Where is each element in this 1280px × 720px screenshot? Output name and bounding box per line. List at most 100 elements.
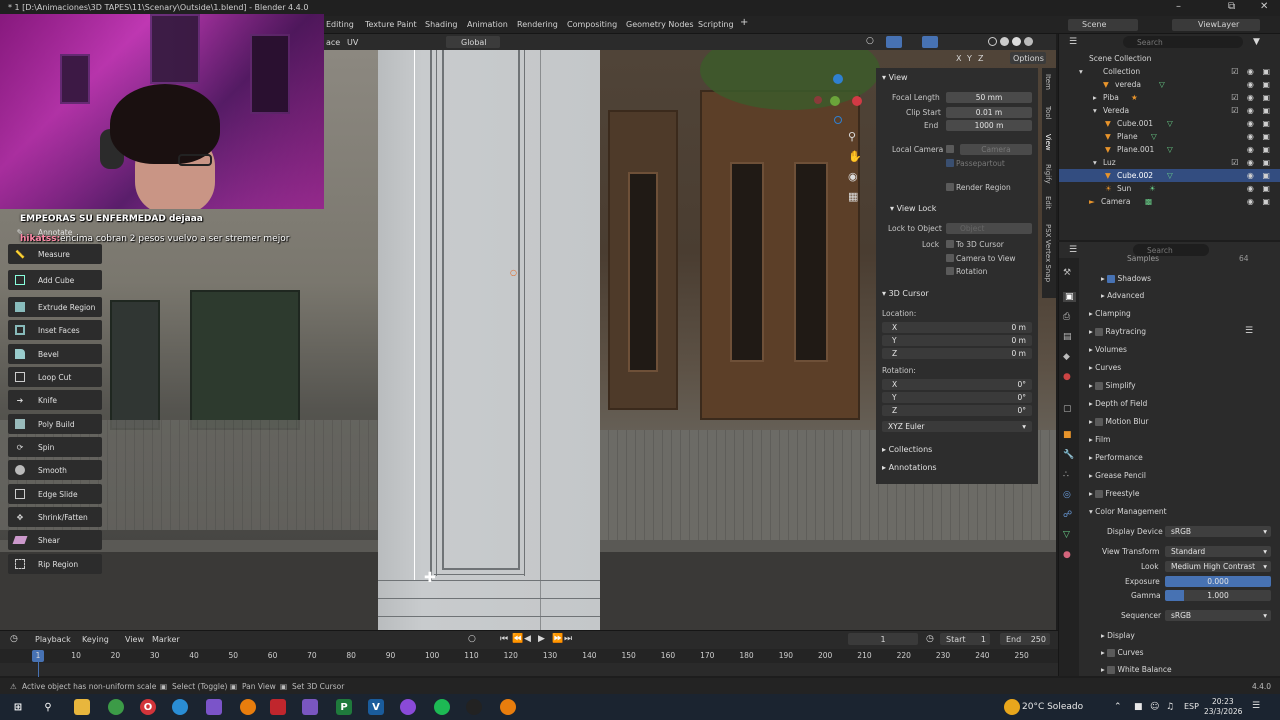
cursor-rotation-z[interactable]: Z 0° [882, 405, 1032, 416]
tab-compositing[interactable]: Compositing [567, 20, 617, 29]
scene-tab-icon[interactable]: ◆ [1063, 352, 1070, 362]
display-device-dropdown[interactable]: sRGB ▾ [1165, 526, 1271, 537]
curves-panel[interactable]: ▸ Curves [1089, 363, 1121, 372]
physics-tab-icon[interactable]: ◎ [1063, 490, 1071, 500]
output-tab-icon[interactable]: ⎙ [1063, 312, 1070, 322]
end-frame-field[interactable]: End 250 [1000, 633, 1050, 645]
jump-start-icon[interactable]: ⏮ [500, 634, 508, 644]
tool-edge-slide[interactable]: Edge Slide [8, 484, 102, 504]
sequencer-dropdown[interactable]: sRGB ▾ [1165, 610, 1271, 621]
tool-loop-cut[interactable]: Loop Cut [8, 367, 102, 387]
overlay-toggle-icon[interactable] [922, 36, 938, 48]
tab-geometry-nodes[interactable]: Geometry Nodes [626, 20, 693, 29]
app-icon[interactable] [206, 699, 222, 715]
pycharm-icon[interactable]: P [336, 699, 352, 715]
shadows-panel[interactable]: ▸ Shadows [1101, 274, 1151, 283]
record-icon[interactable]: ○ [468, 634, 476, 644]
x-axis-icon[interactable] [852, 96, 862, 106]
vegas-icon[interactable]: V [368, 699, 384, 715]
tab-rendering[interactable]: Rendering [517, 20, 558, 29]
marker-menu[interactable]: Marker [152, 635, 180, 644]
outliner-row[interactable]: ► Camera ▩ ◉ ▣ [1059, 195, 1280, 208]
exposure-slider[interactable]: 0.000 [1165, 576, 1271, 587]
outliner-row[interactable]: Scene Collection [1059, 52, 1280, 65]
language-indicator[interactable]: ESP [1184, 702, 1199, 711]
advanced-panel[interactable]: ▸ Advanced [1101, 291, 1144, 300]
world-tab-icon[interactable]: ● [1063, 372, 1071, 382]
grease-pencil-panel[interactable]: ▸ Grease Pencil [1089, 471, 1146, 480]
visibility-icon[interactable]: ○ [866, 36, 874, 46]
tab-edit[interactable]: Edit [1044, 196, 1052, 210]
weather-icon[interactable] [1004, 699, 1020, 715]
view-menu[interactable]: View [125, 635, 144, 644]
view-layer-tab-icon[interactable]: ▤ [1063, 332, 1072, 342]
curves-subpanel[interactable]: ▸ Curves [1101, 648, 1144, 657]
mirror-x-toggle[interactable]: X [956, 54, 961, 63]
lock-to-object-field[interactable]: Object [946, 223, 1032, 234]
video-editor-icon[interactable] [270, 699, 286, 715]
solid-shading-icon[interactable] [1000, 37, 1009, 46]
opera-icon[interactable]: O [140, 699, 156, 715]
cursor-location-z[interactable]: Z0 m [882, 348, 1032, 359]
tool-knife[interactable]: ➔ Knife [8, 390, 102, 410]
clock-time[interactable]: 20:23 [1212, 697, 1234, 706]
tray-app-icon[interactable]: ■ [1134, 702, 1143, 712]
tab-animation[interactable]: Animation [467, 20, 508, 29]
outliner-row[interactable]: ▼ vereda ▽ ◉ ▣ [1059, 78, 1280, 91]
weather-text[interactable]: 20°C Soleado [1022, 702, 1083, 712]
search-icon[interactable]: ⚲ [40, 699, 56, 715]
constraints-tab-icon[interactable]: ☍ [1063, 510, 1072, 520]
neg-x-axis-icon[interactable] [814, 96, 822, 104]
annotations-header[interactable]: ▸ Annotations [882, 463, 937, 472]
tool-inset-faces[interactable]: Inset Faces [8, 320, 102, 340]
clip-end-field[interactable]: 1000 m [946, 120, 1032, 131]
motion-blur-panel[interactable]: ▸ Motion Blur [1089, 417, 1148, 426]
tool-add-cube[interactable]: Add Cube [8, 270, 102, 290]
tool-poly-build[interactable]: Poly Build [8, 414, 102, 434]
tool-smooth[interactable]: Smooth [8, 460, 102, 480]
list-icon[interactable]: ☰ [1245, 326, 1253, 336]
outliner-row[interactable]: ▾ Vereda ☑ ◉ ▣ [1059, 104, 1280, 117]
tool-extrude-region[interactable]: Extrude Region [8, 297, 102, 317]
focal-length-field[interactable]: 50 mm [946, 92, 1032, 103]
play-reverse-icon[interactable]: ◀ [524, 634, 531, 644]
maximize-button[interactable]: ⧉ [1228, 1, 1235, 12]
keying-menu[interactable]: Keying [82, 635, 109, 644]
tool-shear[interactable]: Shear [8, 530, 102, 550]
edge-icon[interactable] [172, 699, 188, 715]
collection-tab-icon[interactable]: ▢ [1063, 404, 1072, 414]
tool-spin[interactable]: ⟳ Spin [8, 437, 102, 457]
outliner-row-selected[interactable]: ▼ Cube.002 ▽ ◉ ▣ [1059, 169, 1280, 182]
obs-icon[interactable] [466, 699, 482, 715]
outliner-row[interactable]: ▼ Cube.001 ▽ ◉ ▣ [1059, 117, 1280, 130]
zoom-icon[interactable]: ⚲ [848, 130, 856, 143]
playback-menu[interactable]: Playback [35, 635, 71, 644]
volume-icon[interactable]: ♫ [1166, 702, 1174, 712]
color-management-panel[interactable]: ▾ Color Management [1089, 507, 1167, 516]
local-camera-checkbox[interactable] [946, 145, 954, 153]
add-workspace-button[interactable]: + [740, 17, 748, 28]
app-icon[interactable] [302, 699, 318, 715]
pan-hand-icon[interactable]: ✋ [848, 150, 862, 163]
tray-arrow-icon[interactable]: ⌃ [1114, 702, 1122, 712]
uv-menu[interactable]: UV [347, 38, 358, 47]
outliner-row[interactable]: ▸ Piba ★ ☑ ◉ ▣ [1059, 91, 1280, 104]
outliner-row[interactable]: ▼ Plane.001 ▽ ◉ ▣ [1059, 143, 1280, 156]
navigation-gizmo[interactable] [810, 72, 866, 128]
gamma-slider[interactable]: 1.000 [1165, 590, 1271, 601]
white-balance-subpanel[interactable]: ▸ White Balance [1101, 665, 1172, 674]
modifier-tab-icon[interactable]: 🔧 [1063, 450, 1074, 460]
material-tab-icon[interactable]: ● [1063, 550, 1071, 560]
depth-of-field-panel[interactable]: ▸ Depth of Field [1089, 399, 1147, 408]
cursor-rotation-x[interactable]: X 0° [882, 379, 1032, 390]
performance-panel[interactable]: ▸ Performance [1089, 453, 1143, 462]
tab-tool[interactable]: Tool [1044, 106, 1052, 120]
cursor-location-y[interactable]: Y0 m [882, 335, 1032, 346]
view-panel-header[interactable]: ▾ View [882, 73, 908, 82]
column-mesh[interactable] [378, 50, 600, 630]
filter-icon[interactable]: ▼ [1253, 37, 1260, 47]
current-frame-field[interactable]: 1 [848, 633, 918, 645]
object-tab-icon[interactable]: ■ [1063, 430, 1072, 440]
tab-rigify[interactable]: Rigify [1044, 164, 1052, 184]
rotation-lock-checkbox[interactable] [946, 267, 954, 275]
